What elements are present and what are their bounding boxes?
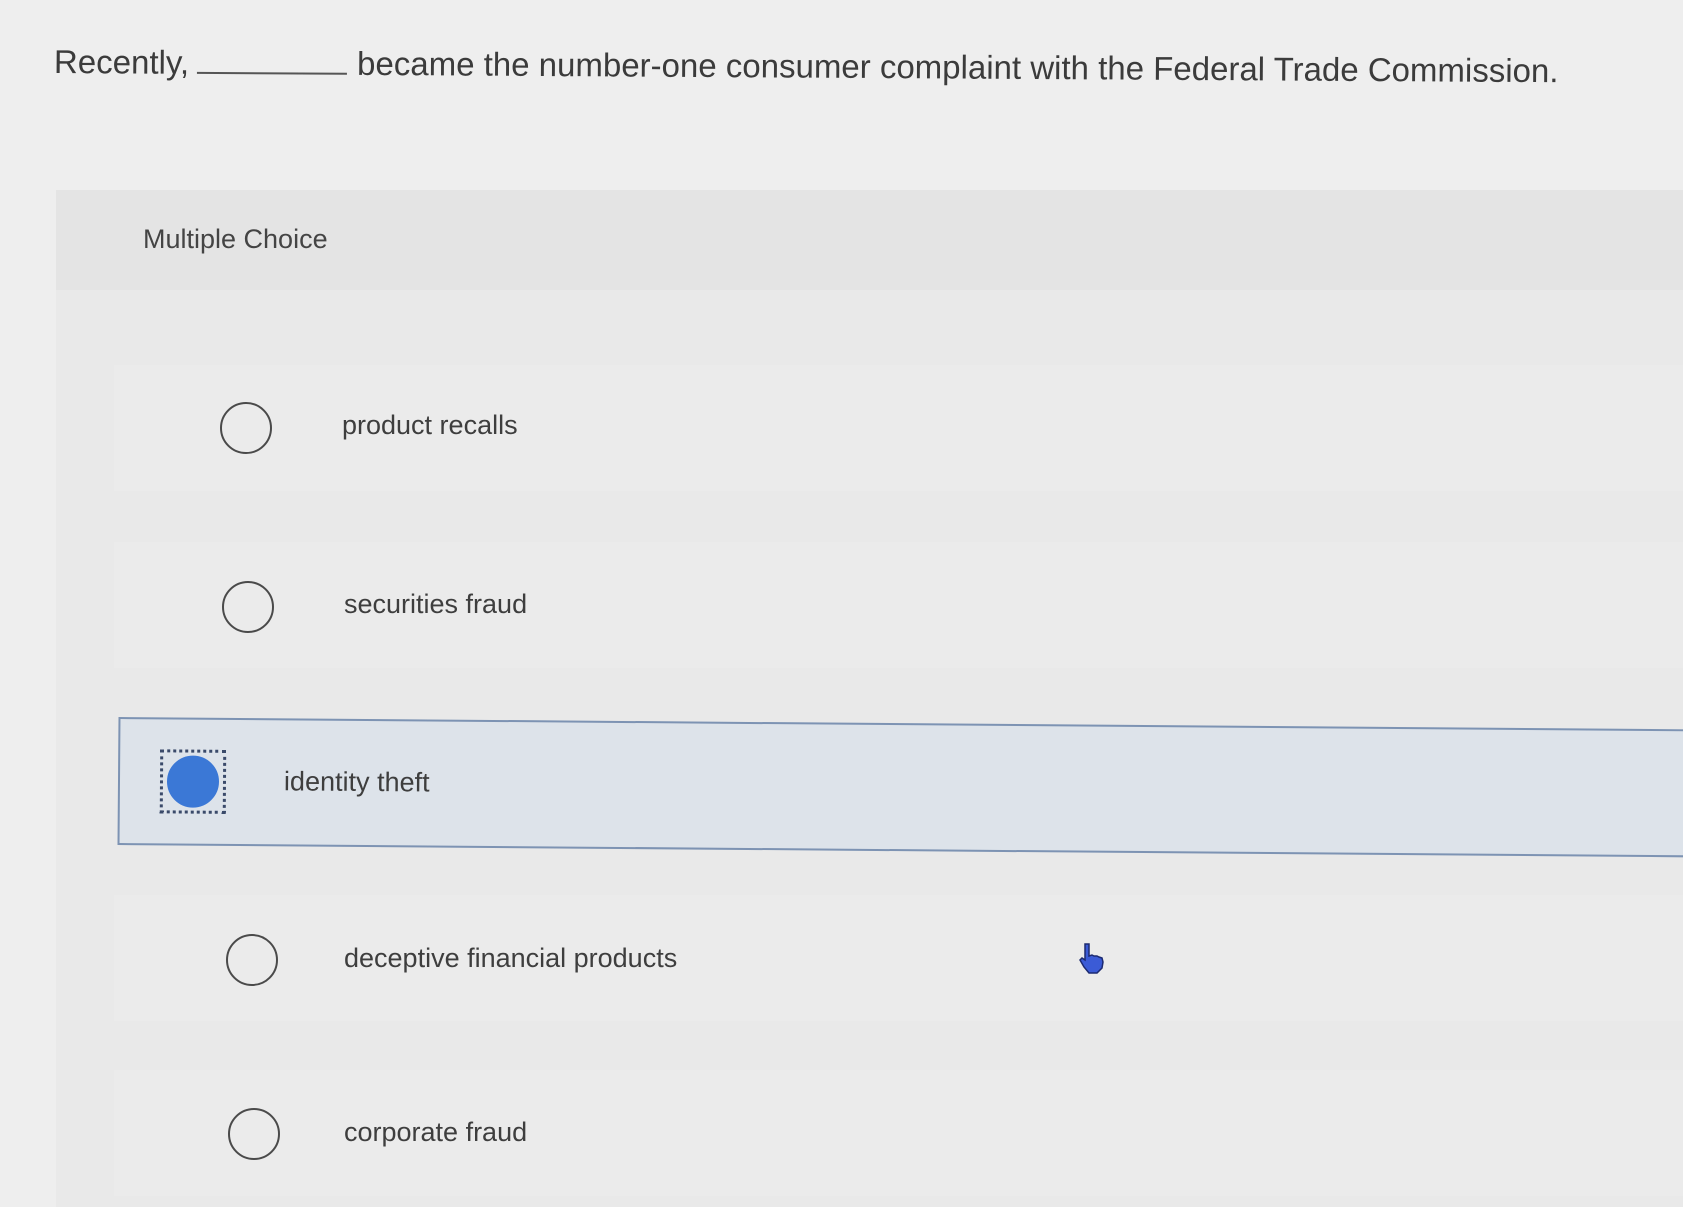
- option-label: identity theft: [283, 766, 430, 798]
- radio-button[interactable]: [220, 402, 272, 454]
- radio-button-selected[interactable]: [166, 755, 220, 808]
- option-corporate-fraud[interactable]: corporate fraud: [114, 1070, 1683, 1196]
- option-label: deceptive financial products: [344, 943, 678, 973]
- option-label: corporate fraud: [344, 1117, 528, 1147]
- option-label: product recalls: [342, 410, 518, 440]
- option-securities-fraud[interactable]: securities fraud: [114, 542, 1683, 668]
- radio-button[interactable]: [226, 934, 278, 986]
- hand-pointer-icon: [1079, 943, 1104, 974]
- multiple-choice-header: Multiple Choice: [56, 190, 1683, 290]
- radio-button[interactable]: [228, 1108, 280, 1160]
- answer-blank: [197, 41, 348, 75]
- question-text: Recently, became the number-one consumer …: [54, 38, 1559, 95]
- question-after-blank: became the number-one consumer complaint…: [357, 44, 1559, 90]
- option-deceptive-financial-products[interactable]: deceptive financial products: [114, 895, 1683, 1021]
- radio-button[interactable]: [222, 581, 274, 633]
- option-label: securities fraud: [344, 589, 528, 619]
- question-before-blank: Recently,: [53, 43, 190, 81]
- option-product-recalls[interactable]: product recalls: [114, 365, 1683, 491]
- multiple-choice-panel: Multiple Choice product recalls securiti…: [56, 190, 1683, 1207]
- option-identity-theft[interactable]: identity theft: [117, 717, 1683, 858]
- multiple-choice-label: Multiple Choice: [143, 224, 328, 254]
